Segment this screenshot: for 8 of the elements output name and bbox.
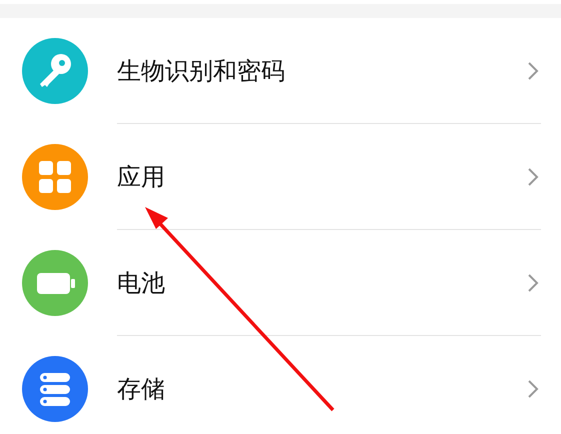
setting-label: 存储 <box>117 374 166 405</box>
setting-label: 应用 <box>117 162 166 193</box>
chevron-right-icon <box>527 379 539 399</box>
setting-label: 电池 <box>117 268 166 299</box>
chevron-right-icon <box>527 61 539 81</box>
setting-label: 生物识别和密码 <box>117 56 286 87</box>
chevron-right-icon <box>527 167 539 187</box>
chevron-right-icon <box>527 273 539 293</box>
